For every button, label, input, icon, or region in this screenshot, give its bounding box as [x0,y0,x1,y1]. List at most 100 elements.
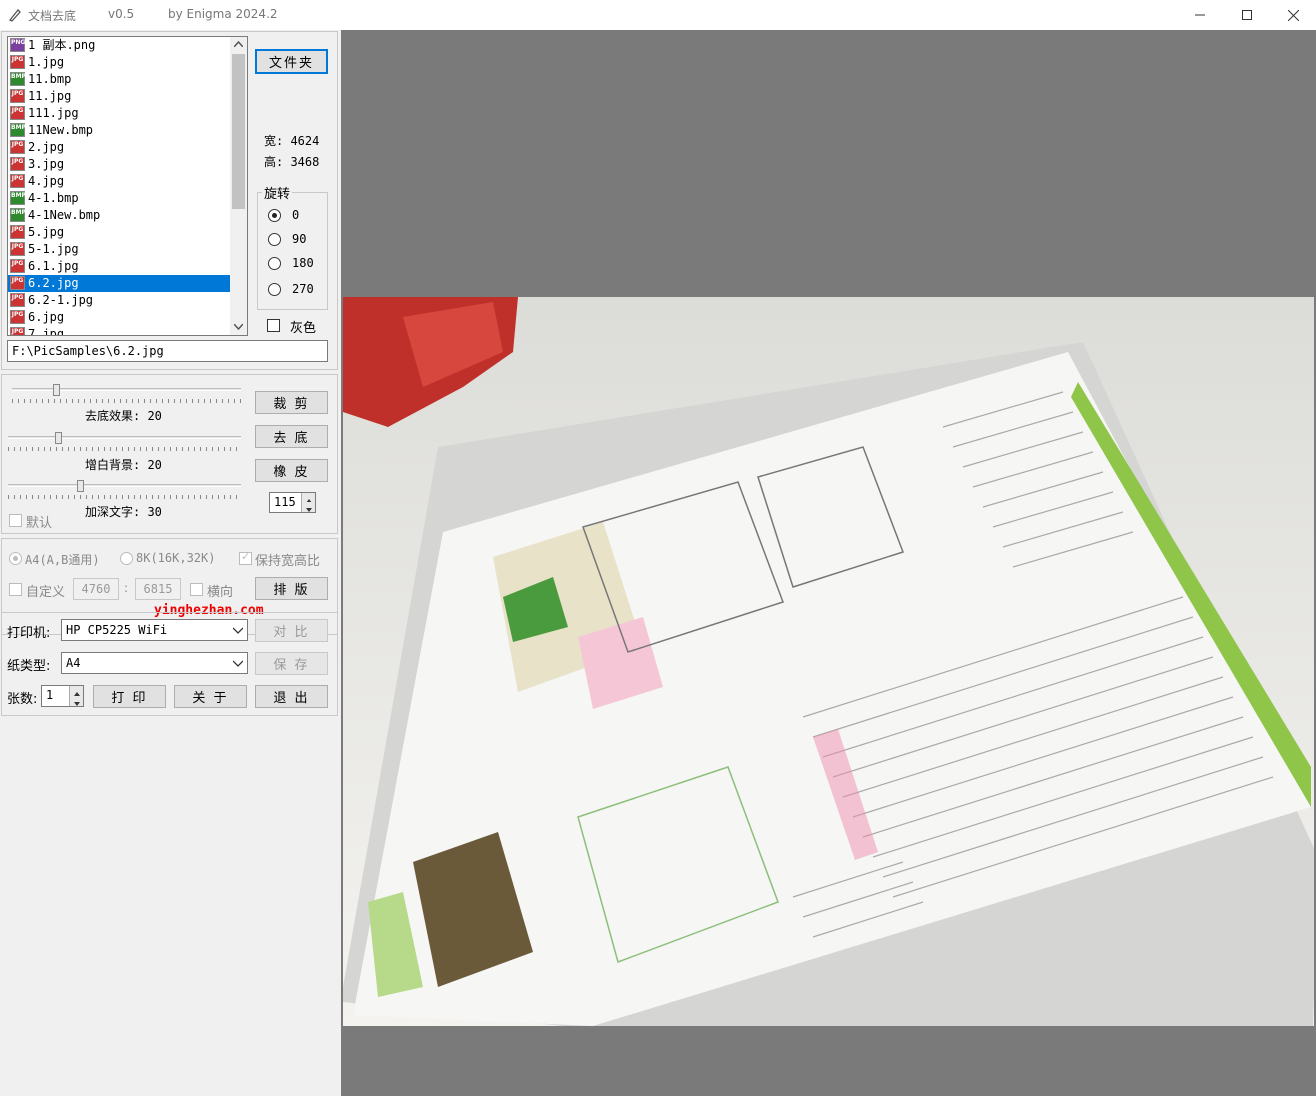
crop-button[interactable]: 裁 剪 [255,391,328,414]
image-viewer[interactable] [341,30,1316,1096]
gray-checkbox[interactable] [267,319,280,332]
folder-button[interactable]: 文件夹 [255,49,328,74]
whiten-slider-thumb[interactable] [55,432,62,444]
rotate-90-radio[interactable] [268,233,281,246]
jpg-file-icon: JPG [10,55,25,69]
spin-down-icon[interactable] [301,502,315,512]
paper-type-value: A4 [66,656,81,670]
file-list-item[interactable]: JPG 6.2-1.jpg [8,292,231,309]
file-list-item[interactable]: BMP 11.bmp [8,71,231,88]
jpg-file-icon: JPG [10,242,25,256]
denoise-slider-track[interactable] [12,388,241,391]
rotate-90-label: 90 [292,232,307,246]
denoise-label: 去底效果: 20 [85,409,162,423]
file-name: 6.1.jpg [28,259,79,273]
rotate-270-label: 270 [292,282,314,296]
layout-button[interactable]: 排 版 [255,577,328,600]
file-name: 111.jpg [28,106,79,120]
printer-value: HP CP5225 WiFi [66,623,168,637]
a4-radio[interactable] [9,552,22,565]
rotate-270-radio[interactable] [268,283,281,296]
file-list-item[interactable]: JPG 1.jpg [8,54,231,71]
rotate-label: 旋转 [262,183,293,202]
scroll-down-icon[interactable] [234,324,243,330]
whiten-slider-track[interactable] [8,436,241,439]
app-author: by Enigma 2024.2 [168,7,278,21]
printer-select[interactable]: HP CP5225 WiFi [61,619,248,641]
denoise-slider-thumb[interactable] [53,384,60,396]
file-list-item[interactable]: JPG 4.jpg [8,173,231,190]
jpg-file-icon: JPG [10,174,25,188]
file-list-item[interactable]: JPG 6.1.jpg [8,258,231,275]
bmp-file-icon: BMP [10,123,26,137]
custom-height-field[interactable]: 6815 [135,578,181,600]
file-name: 7.jpg [28,327,65,336]
landscape-label: 横向 [207,585,234,600]
rotate-180-radio[interactable] [268,257,281,270]
file-list-item[interactable]: BMP 4-1New.bmp [8,207,231,224]
maximize-button[interactable] [1224,0,1270,30]
file-list-scrollbar[interactable] [230,37,247,335]
darken-slider-track[interactable] [8,484,241,487]
keep-ratio-checkbox[interactable] [239,550,252,565]
jpg-file-icon: JPG [10,310,25,324]
file-list-item[interactable]: JPG 3.jpg [8,156,231,173]
denoise-slider-ticks [12,399,241,403]
file-list-item[interactable]: JPG 11.jpg [8,88,231,105]
print-button[interactable]: 打 印 [93,685,166,708]
file-list[interactable]: PNG 1 副本.png JPG 1.jpg BMP 11.bmp JPG 11.jpg JPG… [7,36,248,336]
photo-illustration [343,297,1314,1026]
scroll-up-icon[interactable] [234,41,243,47]
save-button[interactable]: 保 存 [255,652,328,675]
png-file-icon: PNG [10,38,25,52]
paper-type-select[interactable]: A4 [61,652,248,674]
file-list-item[interactable]: PNG 1 副本.png [8,37,231,54]
default-label: 默认 [26,516,53,531]
jpg-file-icon: JPG [10,259,25,273]
file-name: 6.jpg [28,310,65,324]
spin-up-icon[interactable] [69,686,83,696]
landscape-checkbox[interactable] [190,583,203,596]
about-button[interactable]: 关 于 [174,685,247,708]
image-height: 高: 3468 [264,155,320,169]
file-list-item[interactable]: JPG 5.jpg [8,224,231,241]
rotate-0-radio[interactable] [268,209,281,222]
chevron-down-icon [233,627,243,634]
jpg-file-icon: JPG [10,225,25,239]
custom-separator: : [124,581,129,595]
file-name: 11.jpg [28,89,72,103]
whiten-slider-ticks [8,447,241,451]
file-list-item[interactable]: JPG 6.jpg [8,309,231,326]
file-path-field[interactable]: F:\PicSamples\6.2.jpg [7,340,328,362]
scroll-thumb[interactable] [232,54,245,209]
custom-checkbox[interactable] [9,583,22,596]
eraser-size-value: 115 [274,495,296,509]
eraser-button[interactable]: 橡 皮 [255,459,328,482]
file-list-item[interactable]: BMP 4-1.bmp [8,190,231,207]
rotate-0-label: 0 [292,208,300,222]
remove-bg-button[interactable]: 去 底 [255,425,328,448]
minimize-button[interactable] [1177,0,1223,30]
spin-down-icon[interactable] [69,696,83,706]
darken-slider-thumb[interactable] [77,480,84,492]
darken-slider-ticks [8,495,241,499]
title-bar: 文档去底 v0.5 by Enigma 2024.2 [0,0,1316,30]
file-list-item[interactable]: JPG 6.2.jpg [8,275,231,292]
default-checkbox[interactable] [9,514,22,527]
file-name: 4-1New.bmp [28,208,101,222]
copies-label: 张数: [7,692,38,707]
copies-spinner[interactable]: 1 [41,685,84,707]
document-photo[interactable] [343,297,1314,1026]
compare-button[interactable]: 对 比 [255,619,328,642]
custom-width-field[interactable]: 4760 [73,578,119,600]
close-button[interactable] [1270,0,1316,30]
file-list-item[interactable]: BMP 11New.bmp [8,122,231,139]
file-list-item[interactable]: JPG 5-1.jpg [8,241,231,258]
exit-button[interactable]: 退 出 [255,685,328,708]
file-list-item[interactable]: JPG 7.jpg [8,326,231,336]
eraser-size-spinner[interactable]: 115 [269,492,316,513]
8k-radio[interactable] [120,552,133,565]
file-list-item[interactable]: JPG 111.jpg [8,105,231,122]
file-list-item[interactable]: JPG 2.jpg [8,139,231,156]
8k-label: 8K(16K,32K) [136,551,216,565]
